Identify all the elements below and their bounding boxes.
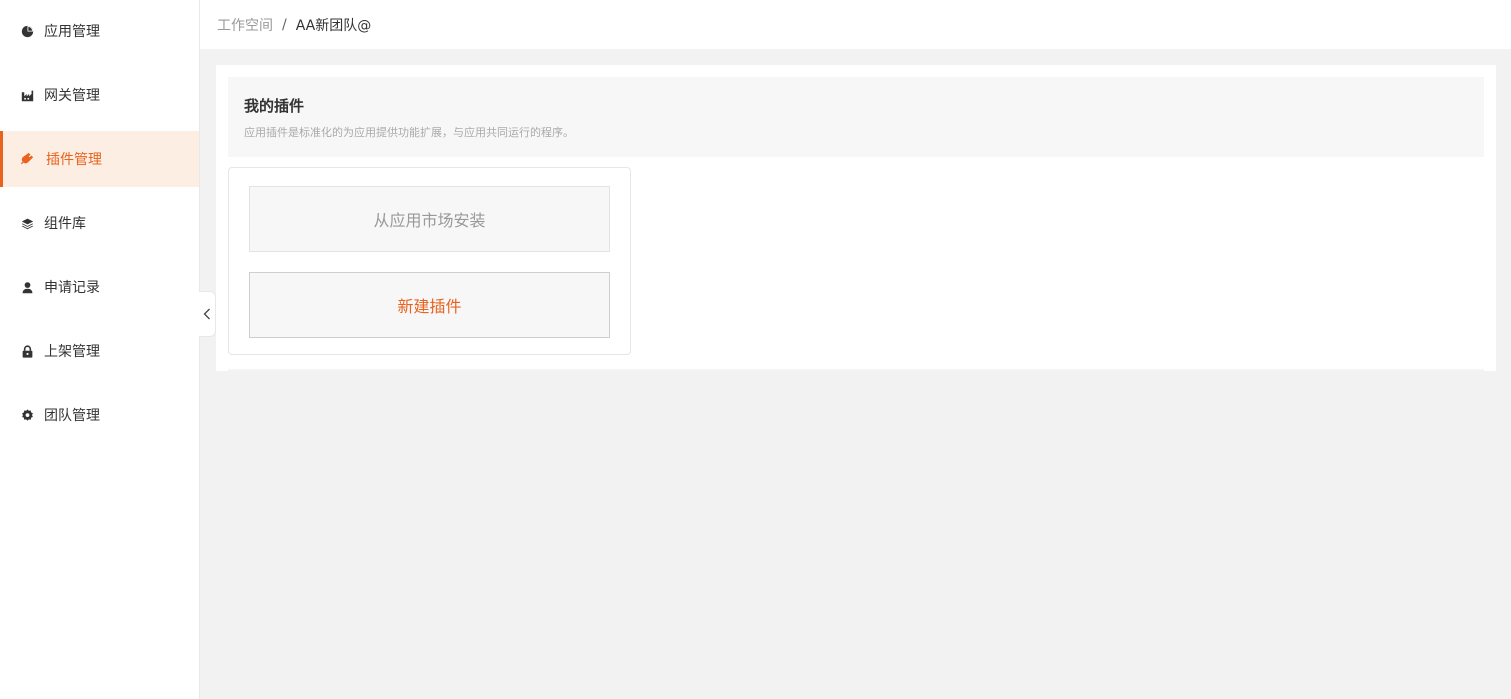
sidebar-item-label: 上架管理	[44, 344, 100, 360]
page-title: 我的插件	[244, 97, 305, 115]
breadcrumb: 工作空间 / AA新团队@	[200, 0, 1511, 49]
breadcrumb-separator: /	[282, 16, 287, 33]
plug-icon	[20, 152, 34, 166]
user-icon	[20, 280, 34, 294]
main-content: 我的插件 应用插件是标准化的为应用提供功能扩展，与应用共同运行的程序。 从应用市…	[216, 65, 1496, 371]
sidebar-item-label: 组件库	[44, 216, 86, 232]
breadcrumb-current: AA新团队@	[295, 17, 372, 34]
sidebar-item-listing-management[interactable]: 上架管理	[0, 323, 199, 379]
sidebar-item-label: 团队管理	[44, 408, 100, 424]
create-plugin-button[interactable]: 新建插件	[249, 272, 610, 338]
sidebar-collapse-toggle[interactable]	[199, 291, 216, 337]
page-description: 应用插件是标准化的为应用提供功能扩展，与应用共同运行的程序。	[244, 126, 574, 139]
sidebar-item-gateway-management[interactable]: 网关管理	[0, 67, 199, 123]
sidebar-item-label: 申请记录	[44, 280, 100, 296]
lock-icon	[20, 344, 34, 358]
sidebar-item-label: 插件管理	[46, 152, 102, 168]
factory-icon	[20, 88, 34, 102]
gear-icon	[20, 408, 34, 422]
divider	[228, 369, 1484, 371]
install-from-market-button[interactable]: 从应用市场安装	[249, 186, 610, 252]
breadcrumb-home-link[interactable]: 工作空间	[217, 15, 273, 35]
sidebar-item-application-records[interactable]: 申请记录	[0, 259, 199, 315]
pie-chart-icon	[20, 24, 34, 38]
sidebar-item-team-management[interactable]: 团队管理	[0, 387, 199, 443]
sidebar: 应用管理 网关管理 插件管理 组件库 申请记录 上架管理 团队管理	[0, 0, 200, 699]
sidebar-item-app-management[interactable]: 应用管理	[0, 3, 199, 59]
plugin-actions-card: 从应用市场安装 新建插件	[228, 167, 631, 355]
sidebar-item-plugin-management[interactable]: 插件管理	[0, 131, 199, 187]
chevron-left-icon	[203, 305, 211, 324]
sidebar-item-label: 应用管理	[44, 24, 100, 40]
sidebar-item-component-library[interactable]: 组件库	[0, 195, 199, 251]
sidebar-item-label: 网关管理	[44, 88, 100, 104]
intro-panel: 我的插件 应用插件是标准化的为应用提供功能扩展，与应用共同运行的程序。	[228, 77, 1484, 157]
layers-icon	[20, 216, 34, 230]
